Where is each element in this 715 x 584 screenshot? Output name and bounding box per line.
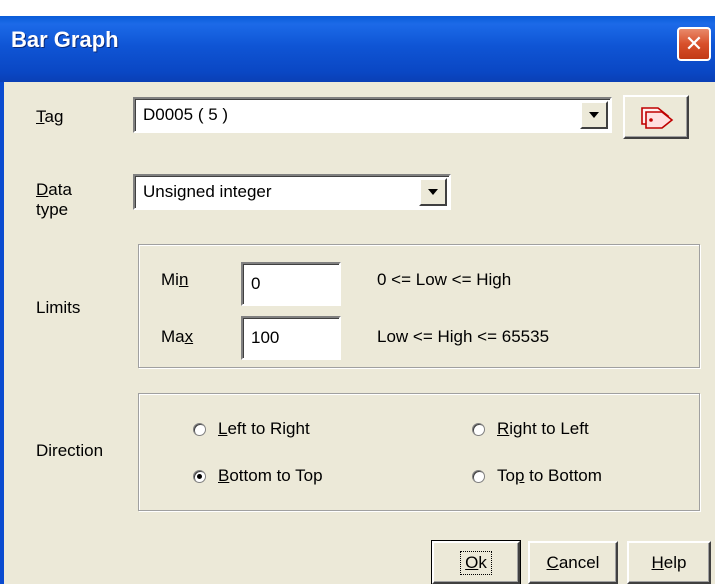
tag-value: D0005 ( 5 ) bbox=[143, 105, 229, 124]
max-label: Max bbox=[161, 327, 194, 346]
close-button[interactable]: ✕ bbox=[677, 27, 711, 61]
tag-dropdown-button[interactable] bbox=[580, 101, 608, 129]
min-value: 0 bbox=[251, 274, 261, 293]
data-type-label: Data type bbox=[36, 180, 72, 219]
radio-label: Bottom to Top bbox=[218, 466, 323, 485]
chevron-down-icon bbox=[589, 112, 599, 118]
min-input[interactable]: 0 bbox=[241, 262, 341, 306]
max-hint: Low <= High <= 65535 bbox=[377, 327, 550, 346]
min-hint: 0 <= Low <= High bbox=[377, 270, 512, 289]
bar-graph-dialog: Bar Graph ✕ Tag D0005 ( 5 ) Data type Uns… bbox=[0, 0, 715, 584]
data-type-value: Unsigned integer bbox=[143, 182, 272, 201]
chevron-down-icon bbox=[428, 189, 438, 195]
limits-label: Limits bbox=[36, 298, 81, 317]
radio-circle-icon bbox=[193, 422, 206, 436]
close-icon: ✕ bbox=[684, 31, 704, 56]
radio-label: Left to Right bbox=[218, 419, 310, 438]
cancel-button[interactable]: Cancel bbox=[528, 541, 618, 584]
max-value: 100 bbox=[251, 328, 280, 347]
radio-circle-icon bbox=[472, 422, 485, 436]
radio-bottom-to-top[interactable]: Bottom to Top bbox=[193, 466, 323, 486]
direction-group bbox=[138, 393, 700, 511]
radio-right-to-left[interactable]: Right to Left bbox=[472, 419, 589, 439]
max-input[interactable]: 100 bbox=[241, 316, 341, 360]
cancel-label: Cancel bbox=[546, 552, 600, 572]
radio-label: Right to Left bbox=[497, 419, 589, 438]
window-title: Bar Graph bbox=[11, 27, 119, 52]
ok-button[interactable]: Ok bbox=[431, 540, 521, 584]
radio-left-to-right[interactable]: Left to Right bbox=[193, 419, 310, 439]
radio-top-to-bottom[interactable]: Top to Bottom bbox=[472, 466, 602, 486]
tag-browse-button[interactable] bbox=[623, 95, 689, 139]
radio-label: Top to Bottom bbox=[497, 466, 602, 485]
ok-label: Ok bbox=[460, 550, 492, 575]
title-bar[interactable]: Bar Graph ✕ bbox=[0, 0, 715, 82]
tag-combo[interactable]: D0005 ( 5 ) bbox=[133, 97, 612, 133]
data-type-dropdown-button[interactable] bbox=[419, 178, 447, 206]
tag-label: Tag bbox=[36, 107, 64, 126]
min-label: Min bbox=[161, 270, 189, 289]
tag-browse-icon bbox=[641, 107, 674, 129]
radio-selected-icon bbox=[193, 469, 206, 483]
help-label: Help bbox=[651, 552, 687, 572]
data-type-combo[interactable]: Unsigned integer bbox=[133, 174, 451, 210]
window-border-left bbox=[0, 82, 4, 584]
radio-circle-icon bbox=[472, 469, 485, 483]
direction-label: Direction bbox=[36, 441, 104, 460]
limits-group bbox=[138, 244, 700, 368]
help-button[interactable]: Help bbox=[627, 541, 711, 584]
